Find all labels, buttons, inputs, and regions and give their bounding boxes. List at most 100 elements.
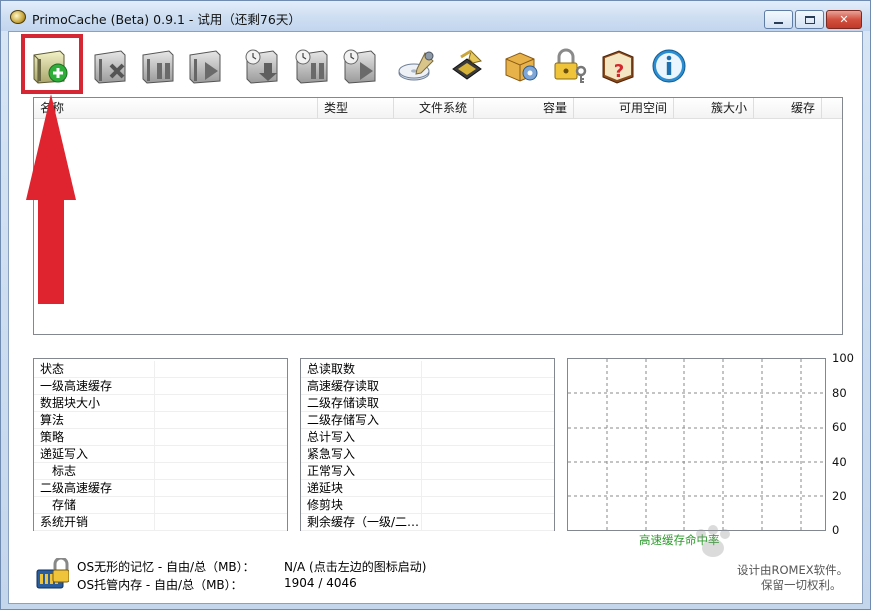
- status-row-divider: [154, 429, 155, 446]
- y-tick: 100: [832, 351, 854, 365]
- status-row-label: 递延写入: [40, 447, 89, 461]
- stats-row-divider: [421, 378, 422, 395]
- primocache-app-icon[interactable]: [10, 10, 26, 24]
- chip-settings-button[interactable]: [445, 46, 489, 86]
- copyright-line-1: 设计由ROMEX软件。: [737, 563, 849, 577]
- toolbar-separator: [495, 46, 496, 82]
- tutorial-highlight-box: [21, 34, 83, 94]
- stats-row: 递延块: [301, 480, 554, 497]
- tutorial-arrow-icon: [26, 94, 76, 304]
- toolbar: ?: [9, 32, 862, 94]
- stats-row-divider: [421, 361, 422, 378]
- status-row-label: 一级高速缓存: [40, 379, 113, 393]
- close-button[interactable]: ✕: [826, 10, 862, 29]
- info-icon: [652, 49, 686, 83]
- status-row-label: 存储: [52, 498, 77, 512]
- stats-row-label: 总读取数: [307, 362, 356, 376]
- delete-cache-task-button[interactable]: [89, 46, 133, 86]
- managed-memory-label: OS托管内存 - 自由/总（MB）：: [77, 578, 243, 592]
- cache-configuration-button[interactable]: [395, 46, 439, 86]
- status-row-divider: [154, 514, 155, 531]
- status-row-divider: [154, 395, 155, 412]
- status-row-divider: [154, 463, 155, 480]
- book-question-icon: ?: [602, 50, 634, 84]
- title-bar[interactable]: PrimoCache (Beta) 0.9.1 - 试用（还剩76天） ✕: [1, 1, 870, 31]
- status-panel: 状态 一级高速缓存 数据块大小 算法 策略 递延写入 标志 二级高速缓存 存储 系统开销: [33, 358, 288, 531]
- resume-deferred-write-button[interactable]: [339, 46, 383, 86]
- status-row: 存储: [34, 497, 287, 514]
- stats-row-label: 高速缓存读取: [307, 379, 380, 393]
- stats-row-label: 递延块: [307, 481, 344, 495]
- stats-row-divider: [421, 429, 422, 446]
- help-button[interactable]: ?: [597, 46, 641, 86]
- drive-flush-icon: [245, 49, 278, 84]
- drive-pause-icon: [142, 50, 174, 84]
- status-row-divider: [154, 361, 155, 378]
- toolbar-separator: [389, 46, 390, 82]
- column-cluster-size[interactable]: 簇大小: [674, 98, 754, 119]
- stats-row-label: 修剪块: [307, 498, 344, 512]
- minimize-icon: [774, 21, 783, 24]
- stats-row-divider: [421, 412, 422, 429]
- chip-wrench-icon: [452, 49, 482, 80]
- status-row-divider: [154, 412, 155, 429]
- stats-row-label: 二级存储读取: [307, 396, 380, 410]
- stats-row-divider: [421, 514, 422, 531]
- stats-row: 高速缓存读取: [301, 378, 554, 395]
- stats-row-divider: [421, 446, 422, 463]
- preferences-button[interactable]: [500, 46, 544, 86]
- watermark-paw-icon: [696, 525, 730, 557]
- status-row-divider: [154, 378, 155, 395]
- minimize-button[interactable]: [764, 10, 793, 29]
- disk-wrench-icon: [398, 51, 434, 81]
- stats-row: 剩余缓存（一级/二…: [301, 514, 554, 531]
- status-row-label: 算法: [40, 413, 65, 427]
- column-type[interactable]: 类型: [318, 98, 394, 119]
- status-row-label: 二级高速缓存: [40, 481, 113, 495]
- column-name[interactable]: 名称: [34, 98, 318, 119]
- memory-lock-icon[interactable]: [35, 556, 70, 590]
- stats-row-divider: [421, 395, 422, 412]
- stats-row-label: 剩余缓存（一级/二…: [307, 515, 420, 529]
- resume-cache-task-button[interactable]: [184, 46, 228, 86]
- status-row-divider: [154, 497, 155, 514]
- device-list[interactable]: 名称 类型 文件系统 容量 可用空间 簇大小 缓存: [33, 97, 843, 335]
- status-row-label: 数据块大小: [40, 396, 101, 410]
- status-row: 系统开销: [34, 514, 287, 531]
- toolbar-separator: [235, 46, 236, 82]
- status-row: 一级高速缓存: [34, 378, 287, 395]
- about-button[interactable]: [647, 46, 691, 86]
- pause-cache-task-button[interactable]: [137, 46, 181, 86]
- status-row: 策略: [34, 429, 287, 446]
- status-row: 算法: [34, 412, 287, 429]
- status-row-label: 策略: [40, 430, 65, 444]
- stats-row-divider: [421, 497, 422, 514]
- flush-deferred-write-button[interactable]: [241, 46, 285, 86]
- column-free-space[interactable]: 可用空间: [574, 98, 674, 119]
- stats-row: 总计写入: [301, 429, 554, 446]
- status-row-divider: [154, 446, 155, 463]
- column-capacity[interactable]: 容量: [474, 98, 574, 119]
- maximize-icon: [804, 15, 815, 24]
- column-cache[interactable]: 缓存: [754, 98, 822, 119]
- graph-grid: [568, 359, 825, 530]
- y-tick: 80: [832, 386, 847, 400]
- status-row-divider: [154, 480, 155, 497]
- pause-deferred-write-button[interactable]: [291, 46, 335, 86]
- stats-row-label: 正常写入: [307, 464, 356, 478]
- managed-memory-value: 1904 / 4046: [284, 576, 357, 590]
- stats-row-label: 二级存储写入: [307, 413, 380, 427]
- drive-play-icon: [189, 50, 221, 84]
- maximize-button[interactable]: [795, 10, 824, 29]
- main-client-area: ? 名称 类型 文件系统 容量 可用空间: [8, 31, 863, 604]
- stats-row-label: 紧急写入: [307, 447, 356, 461]
- column-filesystem[interactable]: 文件系统: [394, 98, 474, 119]
- y-tick: 20: [832, 489, 847, 503]
- status-row: 递延写入: [34, 446, 287, 463]
- stats-row: 正常写入: [301, 463, 554, 480]
- copyright-line-2: 保留一切权利。: [761, 578, 842, 592]
- license-button[interactable]: [549, 46, 593, 86]
- stats-row: 总读取数: [301, 361, 554, 378]
- padlock-key-icon: [554, 48, 587, 83]
- status-row-label: 系统开销: [40, 515, 89, 529]
